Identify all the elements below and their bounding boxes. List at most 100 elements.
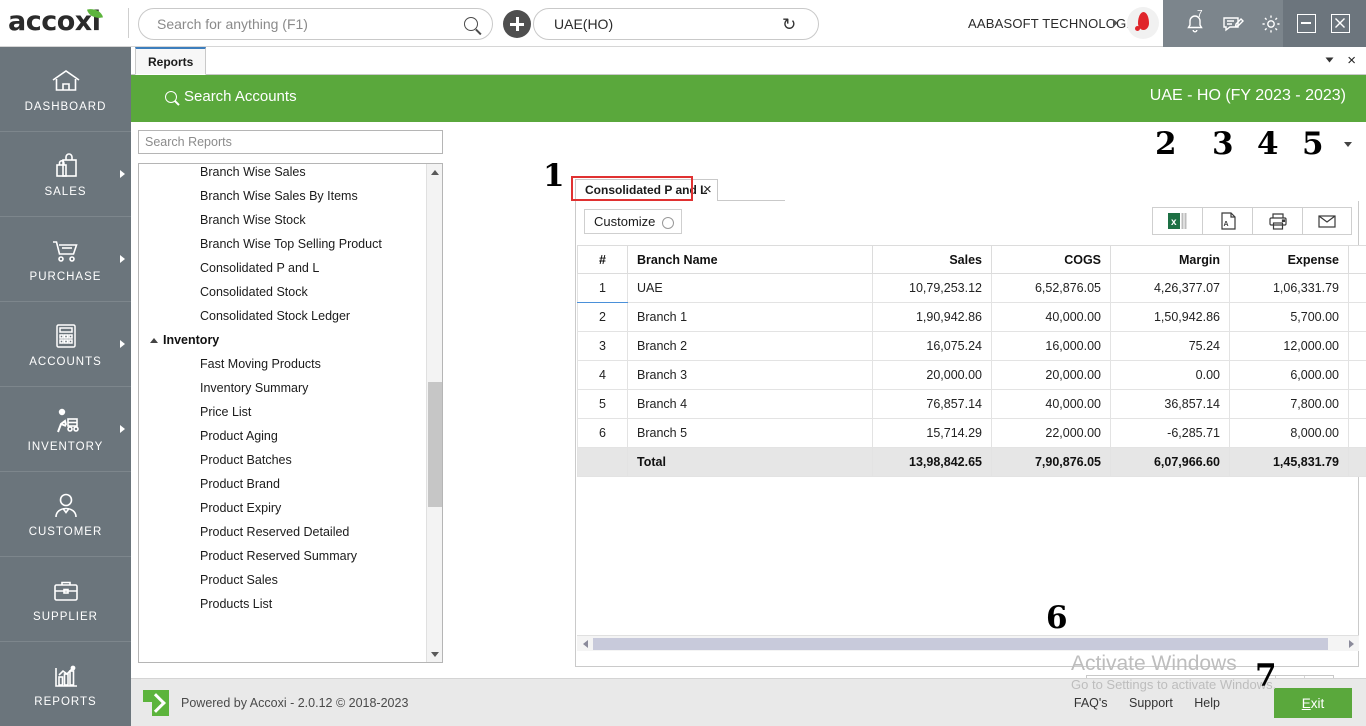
add-new-button[interactable] — [503, 10, 531, 38]
sidebar-item-sales[interactable]: SALES — [0, 132, 131, 217]
table-cell-margin: 1,50,942.86 — [1111, 303, 1230, 332]
reports-list-item[interactable]: Fast Moving Products — [139, 352, 427, 376]
table-cell-num: 3 — [578, 332, 628, 361]
column-header-branch[interactable]: Branch Name — [628, 246, 873, 274]
global-search-placeholder: Search for anything (F1) — [157, 16, 308, 32]
table-row[interactable]: 1UAE10,79,253.126,52,876.054,26,377.071,… — [578, 274, 1366, 303]
report-tab-close-icon[interactable]: × — [703, 181, 712, 198]
reports-list-scrollbar[interactable] — [426, 164, 442, 662]
reports-list-item[interactable]: Product Sales — [139, 568, 427, 592]
briefcase-icon — [49, 576, 83, 606]
search-icon[interactable] — [464, 17, 478, 31]
scroll-up-button[interactable] — [427, 164, 443, 180]
reports-list-item[interactable]: Product Batches — [139, 448, 427, 472]
reports-list-item[interactable]: Products List — [139, 592, 427, 616]
sidebar-item-label: INVENTORY — [28, 441, 104, 453]
excel-export-button[interactable]: x — [1152, 207, 1202, 235]
sidebar-item-label: DASHBOARD — [25, 101, 107, 113]
pdf-export-button[interactable]: A — [1202, 207, 1252, 235]
reports-list-item[interactable]: Consolidated P and L — [139, 256, 427, 280]
branch-selector[interactable]: UAE(HO) ↻ — [533, 8, 819, 40]
column-header-sales[interactable]: Sales — [873, 246, 992, 274]
reports-list-item[interactable]: Branch Wise Top Selling Product — [139, 232, 427, 256]
table-row[interactable]: 5Branch 476,857.1440,000.0036,857.147,80… — [578, 390, 1366, 419]
sidebar-item-label: PURCHASE — [30, 271, 102, 283]
reports-list-item[interactable]: Product Reserved Detailed — [139, 520, 427, 544]
scroll-right-button[interactable] — [1343, 636, 1359, 652]
horizontal-scrollbar[interactable] — [577, 635, 1359, 651]
sidebar-item-inventory[interactable]: INVENTORY — [0, 387, 131, 472]
svg-text:A: A — [1223, 221, 1228, 228]
chevron-right-icon[interactable] — [1113, 19, 1118, 27]
column-header-margin[interactable]: Margin — [1111, 246, 1230, 274]
scrollbar-thumb[interactable] — [593, 638, 1328, 650]
minimize-button[interactable] — [1297, 14, 1316, 33]
scrollbar-thumb[interactable] — [428, 382, 442, 507]
bell-icon[interactable]: 7 — [1183, 12, 1207, 36]
global-search-input[interactable]: Search for anything (F1) — [138, 8, 493, 40]
column-header-expense[interactable]: Expense — [1230, 246, 1349, 274]
reports-list-item[interactable]: Product Aging — [139, 424, 427, 448]
page-title[interactable]: Search Accounts — [184, 88, 297, 105]
exit-button[interactable]: Exit — [1274, 688, 1352, 718]
gear-icon — [662, 217, 674, 229]
reports-list-item[interactable]: Branch Wise Sales By Items — [139, 184, 427, 208]
activate-windows-subtitle: Go to Settings to activate Windows. — [1071, 677, 1276, 692]
tab-close-icon[interactable]: × — [1347, 52, 1356, 69]
support-link[interactable]: Support — [1129, 696, 1173, 710]
sidebar-item-label: SALES — [44, 186, 86, 198]
reports-list-item[interactable]: Inventory Summary — [139, 376, 427, 400]
sidebar-item-purchase[interactable]: PURCHASE — [0, 217, 131, 302]
email-button[interactable] — [1302, 207, 1352, 235]
column-header-cogs[interactable]: COGS — [992, 246, 1111, 274]
reports-list-item[interactable]: Product Reserved Summary — [139, 544, 427, 568]
table-row[interactable]: 2Branch 11,90,942.8640,000.001,50,942.86… — [578, 303, 1366, 332]
table-cell-expense: 5,700.00 — [1230, 303, 1349, 332]
help-link[interactable]: Help — [1194, 696, 1220, 710]
sidebar-item-supplier[interactable]: SUPPLIER — [0, 557, 131, 642]
table-row[interactable]: 6Branch 515,714.2922,000.00-6,285.718,00… — [578, 419, 1366, 448]
customize-button[interactable]: Customize — [584, 209, 682, 234]
scroll-left-button[interactable] — [577, 636, 593, 652]
person-icon — [49, 491, 83, 521]
close-button[interactable] — [1331, 14, 1350, 33]
sync-icon[interactable]: ↻ — [782, 16, 800, 34]
sidebar-item-dashboard[interactable]: DASHBOARD — [0, 47, 131, 132]
sidebar-item-accounts[interactable]: ACCOUNTS — [0, 302, 131, 387]
reports-list-item[interactable]: Consolidated Stock — [139, 280, 427, 304]
warehouse-worker-icon — [49, 406, 83, 436]
sidebar-item-customer[interactable]: CUSTOMER — [0, 472, 131, 557]
reports-list-item[interactable]: Branch Wise Stock — [139, 208, 427, 232]
gear-icon[interactable] — [1259, 12, 1283, 36]
export-toolbar: x A — [1152, 207, 1352, 235]
scroll-down-button[interactable] — [427, 646, 443, 662]
column-header-index[interactable]: # — [578, 246, 628, 274]
table-cell-expense: 8,000.00 — [1230, 419, 1349, 448]
svg-text:x: x — [1171, 217, 1177, 228]
column-header-income[interactable]: Income — [1349, 246, 1366, 274]
sidebar-item-reports[interactable]: REPORTS — [0, 642, 131, 726]
message-icon[interactable] — [1221, 12, 1245, 36]
caret-down-icon[interactable] — [1344, 142, 1352, 147]
table-total-row: Total13,98,842.657,90,876.056,07,966.601… — [578, 448, 1366, 477]
avatar[interactable] — [1127, 7, 1159, 39]
table-row[interactable]: 4Branch 320,000.0020,000.000.006,000.006… — [578, 361, 1366, 390]
tab-overflow-icon[interactable] — [1326, 58, 1334, 63]
reports-list-item[interactable]: Branch Wise Sales — [139, 163, 427, 184]
reports-list-item[interactable]: Product Expiry — [139, 496, 427, 520]
sidebar-item-label: REPORTS — [34, 696, 96, 708]
table-cell-income: 12,000.00 — [1349, 419, 1366, 448]
faq-link[interactable]: FAQ's — [1074, 696, 1108, 710]
company-name[interactable]: AABASOFT TECHNOLOGIES — [968, 16, 1148, 31]
table-row[interactable]: 3Branch 216,075.2416,000.0075.2412,000.0… — [578, 332, 1366, 361]
tab-reports[interactable]: Reports — [135, 47, 206, 75]
table-cell-sales: 20,000.00 — [873, 361, 992, 390]
table-header-row: # Branch Name Sales COGS Margin Expense … — [578, 246, 1366, 274]
print-button[interactable] — [1252, 207, 1302, 235]
annotation-5: 5 — [1302, 126, 1324, 162]
reports-list-item[interactable]: Product Brand — [139, 472, 427, 496]
reports-group-header[interactable]: Inventory — [139, 328, 427, 352]
reports-list-item[interactable]: Price List — [139, 400, 427, 424]
search-reports-input[interactable]: Search Reports — [138, 130, 443, 154]
reports-list-item[interactable]: Consolidated Stock Ledger — [139, 304, 427, 328]
